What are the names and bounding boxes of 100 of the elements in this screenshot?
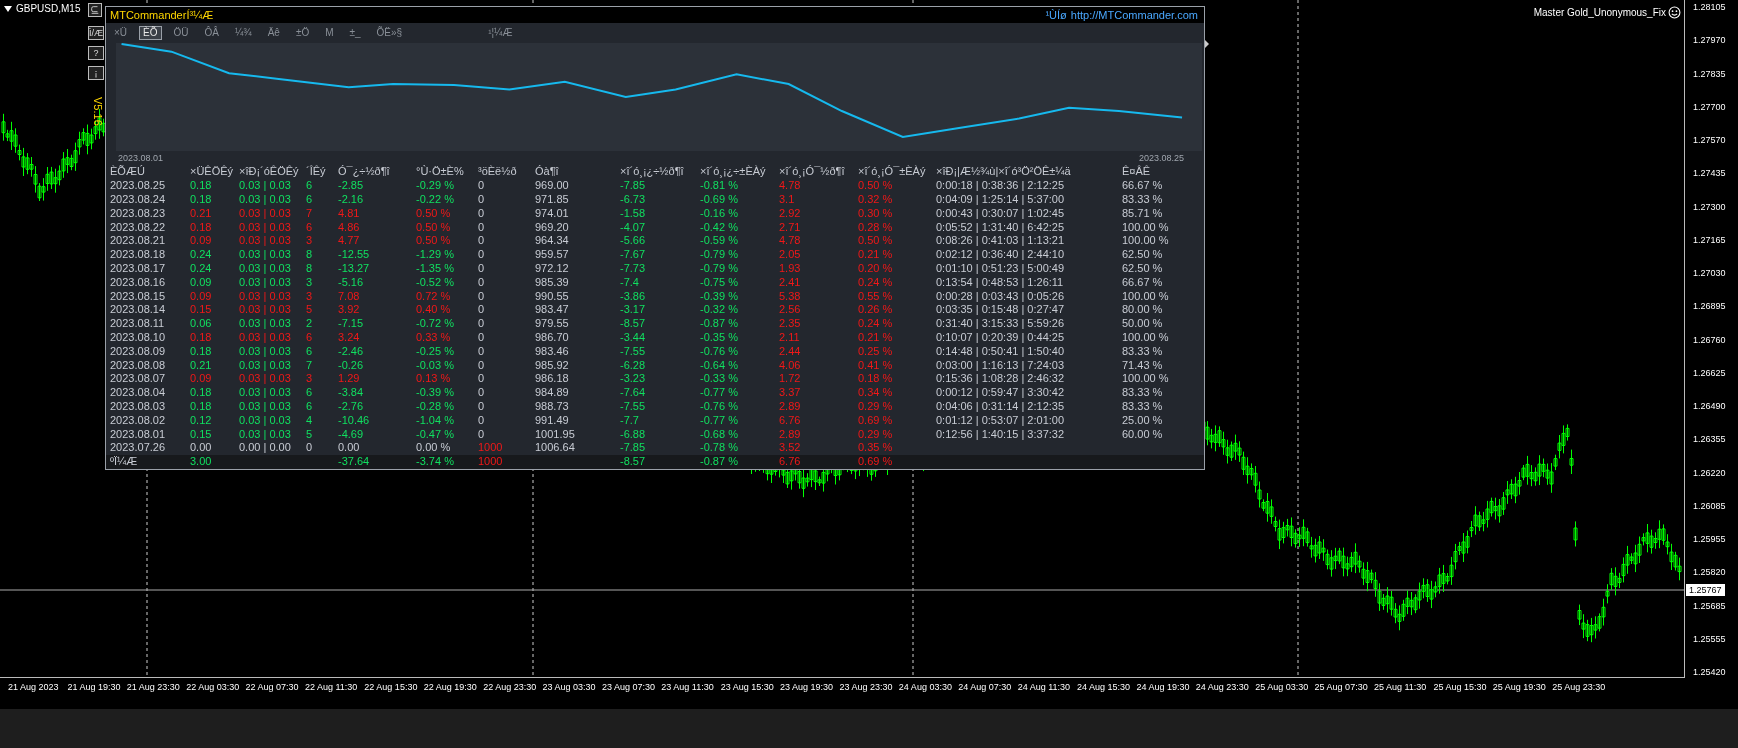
table-cell-text: 0.00 % bbox=[416, 441, 452, 456]
time-label: 23 Aug 11:30 bbox=[661, 682, 715, 694]
table-cell-text: 0.69 % bbox=[858, 455, 894, 469]
table-cell-text: -1.58 bbox=[620, 206, 647, 221]
table-cell-text: -0.33 % bbox=[700, 372, 739, 387]
table-cell-text: 0.24 bbox=[190, 262, 213, 276]
expert-name: Master Gold_Unonymous_Fix bbox=[1533, 7, 1666, 18]
period-tab[interactable]: ÈÕ bbox=[139, 26, 162, 41]
table-cell-text: 2 bbox=[306, 317, 314, 332]
table-cell-text: 0.03 | 0.03 bbox=[239, 234, 292, 249]
table-cell-text: 6 bbox=[306, 331, 314, 345]
chart-button[interactable] bbox=[88, 3, 102, 17]
period-tab[interactable]: ×Ü bbox=[110, 26, 132, 41]
period-tab[interactable]: ¹¦¼Æ bbox=[484, 26, 517, 41]
table-cell-text: -2.76 bbox=[338, 400, 365, 414]
table-cell-text: 2023.08.24 bbox=[110, 193, 167, 207]
table-cell-text: -7.55 bbox=[620, 400, 647, 414]
table-cell-text: -0.28 % bbox=[416, 400, 455, 414]
table-cell-text: 100.00 % bbox=[1122, 331, 1170, 345]
price-label: 1.26625 bbox=[1693, 367, 1727, 379]
period-tab[interactable]: ÖÜ bbox=[169, 26, 193, 41]
table-cell-text: 983.46 bbox=[535, 344, 570, 359]
table-cell-text: -0.47 % bbox=[416, 427, 455, 442]
date-label: 2023.08.25 bbox=[1138, 152, 1184, 165]
table-cell-text: 1000 bbox=[478, 455, 504, 469]
table-cell-text: 0.13 % bbox=[416, 372, 452, 387]
table-cell-text: -0.39 % bbox=[700, 289, 739, 304]
period-tab[interactable]: Äê bbox=[263, 26, 284, 41]
table-cell-text: 0.03 | 0.03 bbox=[239, 220, 292, 235]
price-label: 1.27970 bbox=[1693, 35, 1727, 47]
table-cell-text: 0.32 % bbox=[858, 193, 894, 207]
table-cell-text: 0.03 | 0.03 bbox=[239, 317, 292, 332]
column-header: ×î´ó¸¡¿÷½ð¶î bbox=[620, 165, 685, 180]
table-cell-text: 2.41 bbox=[779, 275, 802, 290]
table-cell-text: 1.72 bbox=[779, 372, 802, 387]
table-cell-text: 0.09 bbox=[190, 372, 213, 387]
period-tab[interactable]: ÔÂ bbox=[200, 26, 223, 41]
side-button[interactable]: Ì/Æ bbox=[88, 26, 104, 40]
table-cell-text: -37.64 bbox=[338, 455, 371, 469]
table-cell-text: 0.29 % bbox=[858, 427, 894, 442]
collapse-arrow-icon[interactable] bbox=[1205, 40, 1209, 48]
price-label: 1.25685 bbox=[1693, 600, 1727, 612]
table-cell-text: -12.55 bbox=[338, 248, 371, 263]
table-cell-text: 990.55 bbox=[535, 289, 570, 304]
period-tab[interactable]: ÕË»§ bbox=[372, 26, 407, 41]
table-cell-text: 0.03 | 0.03 bbox=[239, 193, 292, 207]
table-cell-text: 50.00 % bbox=[1122, 317, 1164, 332]
table-cell-text: -7.85 bbox=[620, 179, 647, 194]
period-tab[interactable]: ¼¾ bbox=[230, 26, 256, 41]
table-cell-text: 6.76 bbox=[779, 413, 802, 428]
table-cell-text: 6 bbox=[306, 386, 314, 400]
table-cell-text: 0.03 | 0.03 bbox=[239, 386, 292, 400]
table-cell-text: 2.92 bbox=[779, 206, 802, 221]
side-button[interactable]: ¡ bbox=[88, 66, 104, 80]
table-cell-text: 0.03 | 0.03 bbox=[239, 358, 292, 373]
table-cell-text: -7.7 bbox=[620, 413, 640, 428]
table-cell-text: -0.75 % bbox=[700, 275, 739, 290]
table-cell-text: 66.67 % bbox=[1122, 179, 1164, 194]
table-cell-text: -2.85 bbox=[338, 179, 365, 194]
table-cell-text: 4.78 bbox=[779, 179, 802, 194]
time-label: 21 Aug 23:30 bbox=[126, 682, 181, 694]
table-cell-text: 2023.08.16 bbox=[110, 275, 167, 290]
table-cell-text: 0:00:43 | 0:30:07 | 1:02:45 bbox=[936, 206, 1066, 221]
table-cell-text: 0.00 bbox=[190, 441, 213, 456]
table-cell-text: 0.72 % bbox=[416, 289, 452, 304]
table-cell-text: 0.34 % bbox=[858, 386, 894, 400]
table-cell-text: 0 bbox=[478, 206, 486, 221]
table-cell-text: 991.49 bbox=[535, 413, 570, 428]
table-cell-text: -7.67 bbox=[620, 248, 647, 263]
table-cell-text: 0.21 bbox=[190, 206, 213, 221]
table-cell-text: -7.55 bbox=[620, 344, 647, 359]
table-cell-text: 0.09 bbox=[190, 234, 213, 249]
table-cell-text: -0.25 % bbox=[416, 344, 455, 359]
price-label: 1.26220 bbox=[1693, 467, 1727, 479]
dropdown-triangle-icon[interactable] bbox=[4, 5, 12, 12]
table-cell-text: 5 bbox=[306, 427, 314, 442]
price-label: 1.27435 bbox=[1693, 168, 1727, 180]
smiley-icon[interactable] bbox=[1668, 6, 1681, 19]
table-cell-text: 0.26 % bbox=[858, 303, 894, 318]
side-button[interactable]: ? bbox=[88, 46, 104, 60]
column-header: Óà¶î bbox=[535, 165, 560, 180]
website-link[interactable]: http://MTCommander.com bbox=[1070, 9, 1198, 22]
column-header: ×ÜÊÖÊý bbox=[190, 165, 235, 180]
table-cell-text: 4.77 bbox=[338, 234, 361, 249]
table-cell-text: -10.46 bbox=[338, 413, 371, 428]
table-cell-text: -8.57 bbox=[620, 317, 647, 332]
table-cell-text: 0:13:54 | 0:48:53 | 1:26:11 bbox=[936, 275, 1065, 290]
table-cell-text: 2023.08.25 bbox=[110, 179, 167, 194]
period-tab[interactable]: M bbox=[321, 26, 338, 41]
period-tab[interactable]: ±Ö bbox=[291, 26, 314, 41]
table-cell-text: 0.18 bbox=[190, 386, 213, 400]
period-tab[interactable]: ±_ bbox=[345, 26, 365, 41]
table-cell-text: -3.74 % bbox=[416, 455, 455, 469]
panel-title: MTCommanderÍ³¼Æ bbox=[110, 9, 214, 22]
table-cell-text: 0:02:12 | 0:36:40 | 2:44:10 bbox=[936, 248, 1066, 263]
table-cell-text: 3.1 bbox=[779, 193, 796, 207]
time-label: 24 Aug 11:30 bbox=[1017, 682, 1072, 694]
site-label: ¹ÙÍø bbox=[1045, 9, 1067, 22]
price-label: 1.26490 bbox=[1693, 401, 1727, 412]
table-cell-text: 4.81 bbox=[338, 206, 361, 221]
